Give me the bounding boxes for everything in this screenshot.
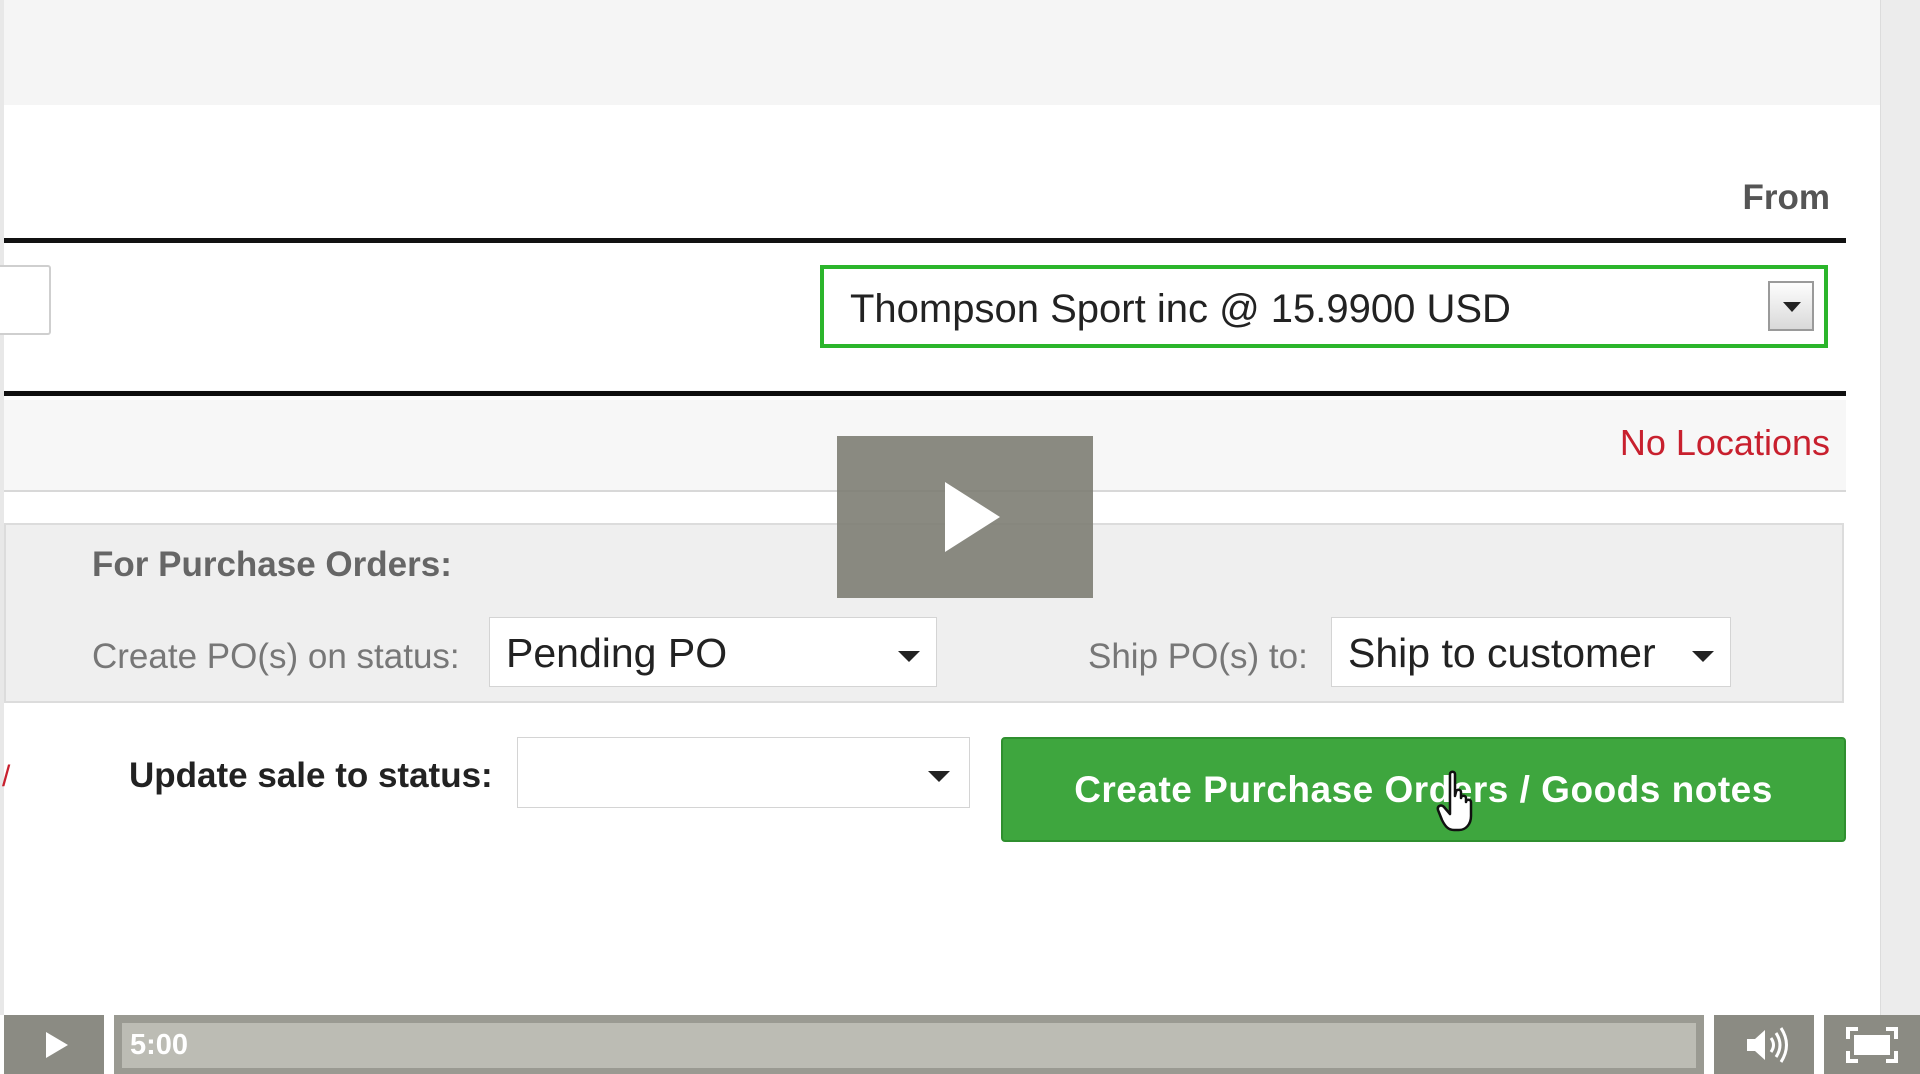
supplier-select-value: Thompson Sport inc @ 15.9900 USD bbox=[850, 287, 1511, 331]
ship-po-to-value: Ship to customer bbox=[1348, 630, 1656, 676]
ship-po-to-label: Ship PO(s) to: bbox=[1088, 637, 1308, 676]
supplier-dropdown-button[interactable] bbox=[1768, 281, 1814, 331]
left-input-field[interactable] bbox=[0, 265, 51, 335]
video-volume-button[interactable] bbox=[1714, 1015, 1814, 1074]
vertical-scrollbar[interactable] bbox=[1880, 0, 1920, 1015]
ship-po-to-select[interactable]: Ship to customer bbox=[1331, 617, 1731, 687]
top-header-band bbox=[4, 0, 1880, 105]
update-sale-status-select[interactable] bbox=[517, 737, 970, 808]
create-po-status-label: Create PO(s) on status: bbox=[92, 637, 460, 676]
app-window: From Thompson Sport inc @ 15.9900 USD No… bbox=[0, 0, 1920, 1074]
create-po-status-select[interactable]: Pending PO bbox=[489, 617, 937, 687]
chevron-down-icon bbox=[928, 771, 950, 782]
fullscreen-icon bbox=[1846, 1027, 1898, 1063]
create-po-status-value: Pending PO bbox=[506, 630, 728, 676]
play-icon bbox=[945, 482, 1000, 552]
purchase-orders-heading: For Purchase Orders: bbox=[92, 545, 452, 584]
required-marker: / bbox=[2, 760, 11, 793]
no-locations-text: No Locations bbox=[1619, 422, 1830, 463]
table-bottom-divider bbox=[4, 391, 1846, 396]
create-purchase-orders-button[interactable]: Create Purchase Orders / Goods notes bbox=[1001, 737, 1846, 842]
video-play-overlay-button[interactable] bbox=[837, 436, 1093, 598]
from-column-label: From bbox=[1742, 178, 1831, 217]
chevron-down-icon bbox=[1783, 302, 1801, 312]
chevron-down-icon bbox=[898, 651, 920, 662]
video-progress-track[interactable] bbox=[122, 1023, 1696, 1068]
video-current-time: 5:00 bbox=[130, 1029, 189, 1061]
play-icon bbox=[46, 1032, 68, 1058]
chevron-down-icon bbox=[1692, 651, 1714, 662]
video-fullscreen-button[interactable] bbox=[1824, 1015, 1920, 1074]
table-top-divider bbox=[4, 238, 1846, 243]
hand-cursor-icon bbox=[1436, 770, 1473, 832]
volume-icon bbox=[1747, 1027, 1788, 1063]
video-progress-bar[interactable]: 5:00 bbox=[114, 1015, 1704, 1074]
update-sale-status-label: Update sale to status: bbox=[129, 756, 493, 795]
supplier-select[interactable]: Thompson Sport inc @ 15.9900 USD bbox=[820, 265, 1828, 348]
video-play-button[interactable] bbox=[4, 1015, 104, 1074]
